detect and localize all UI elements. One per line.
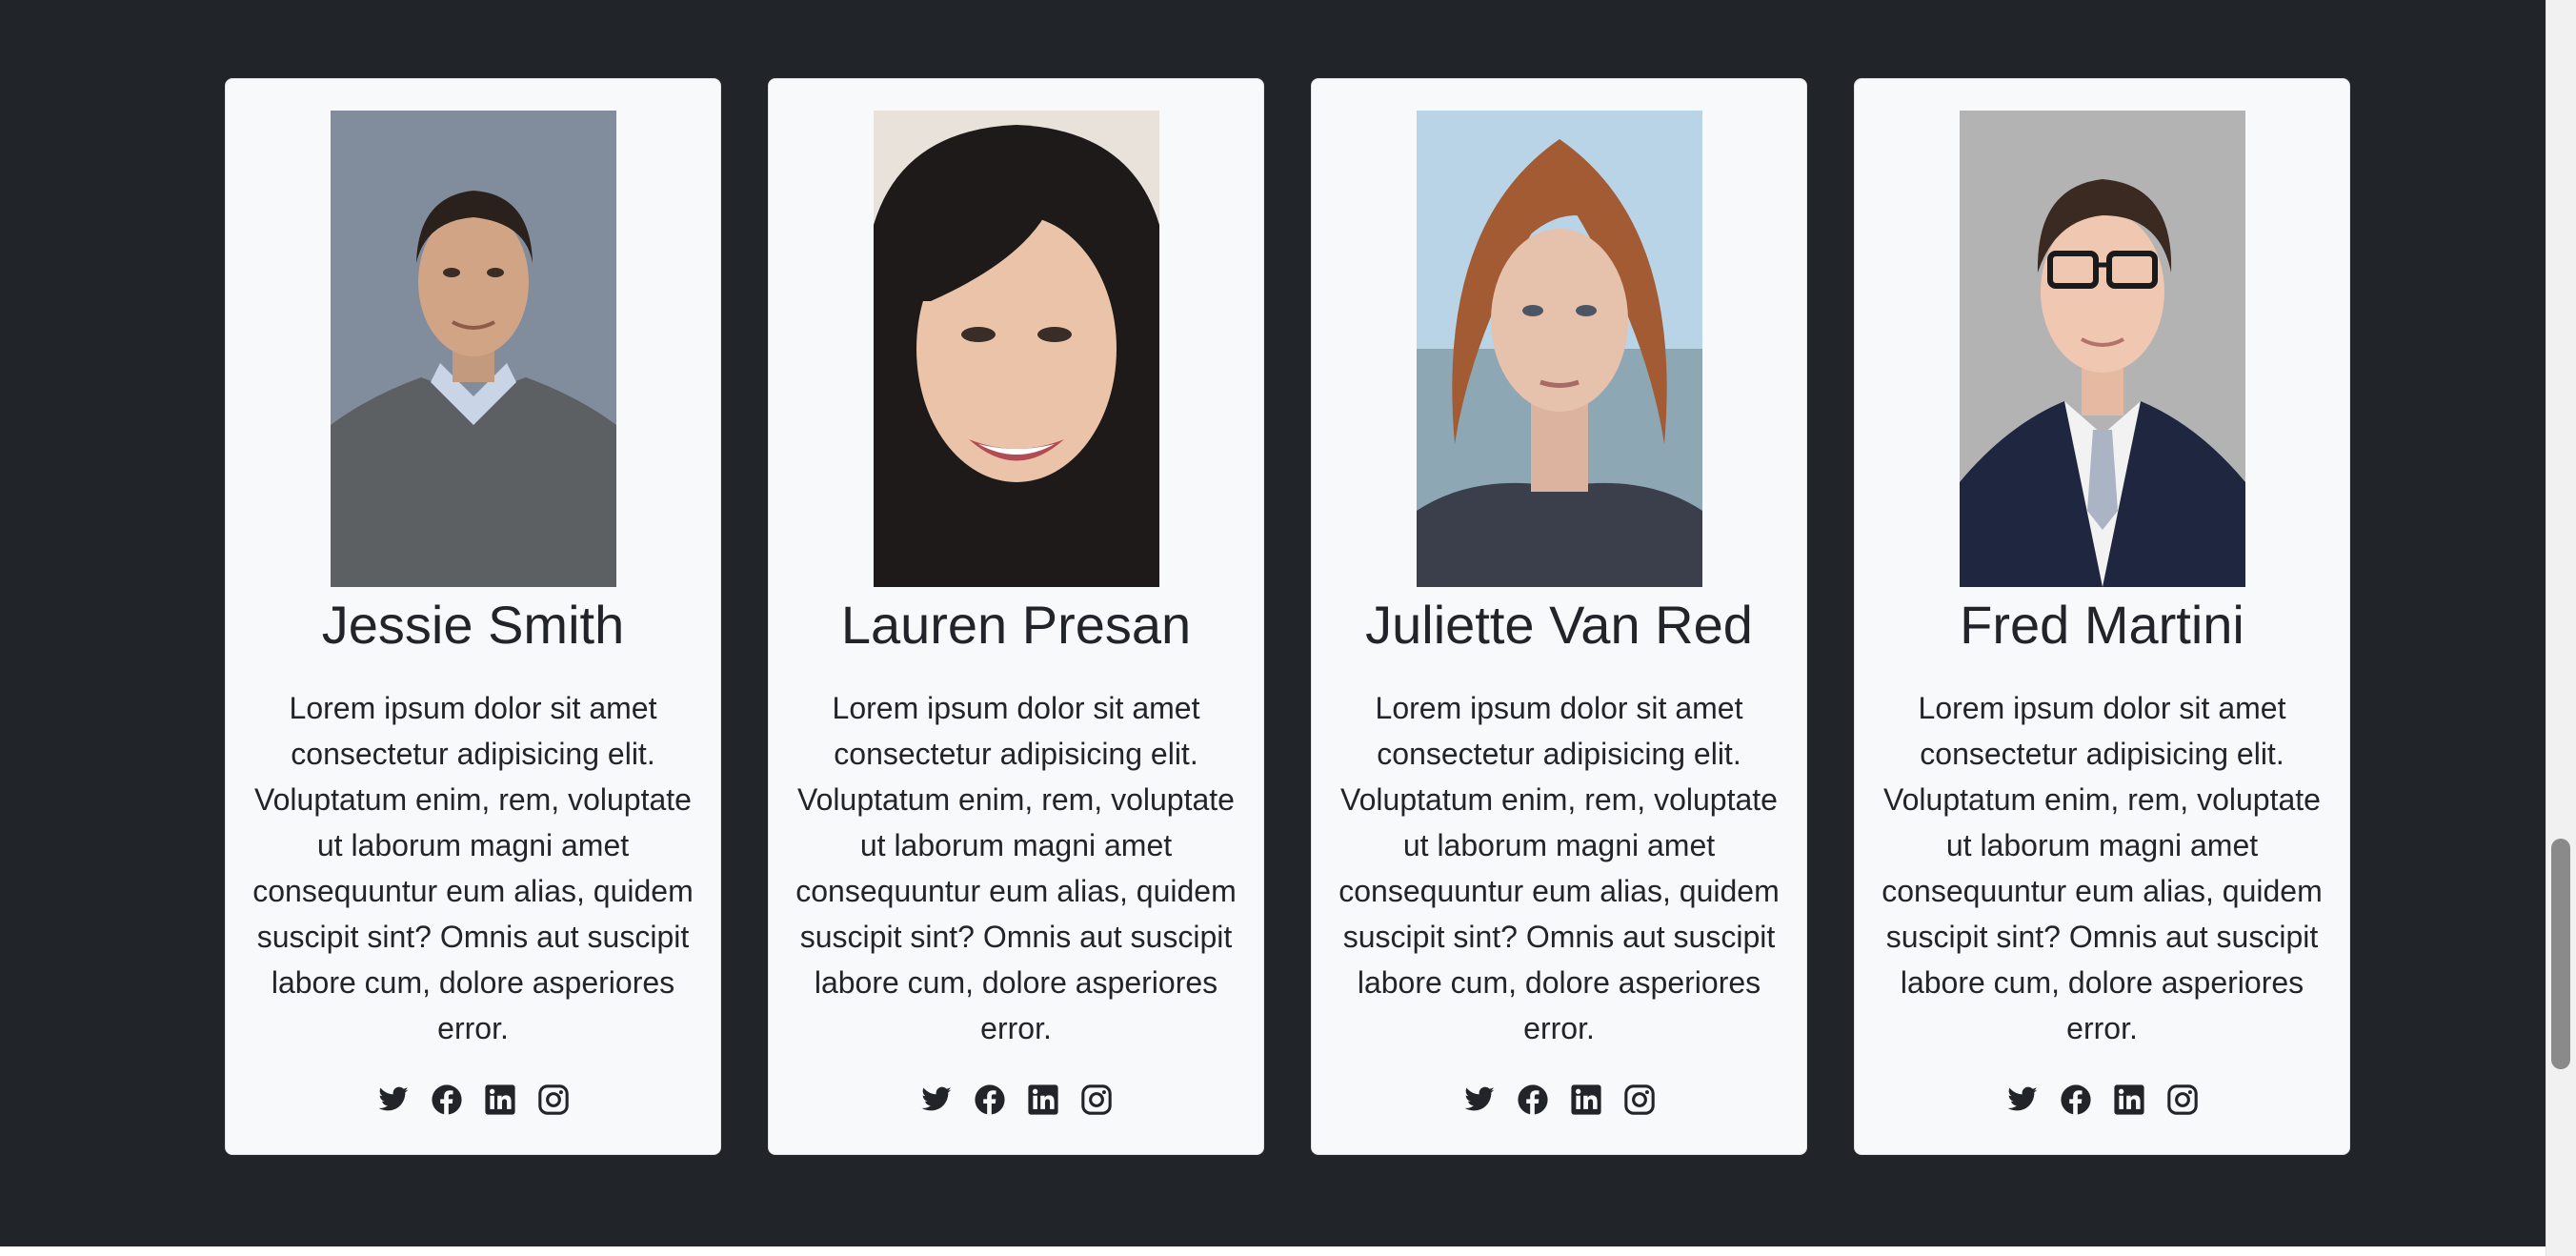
team-card: Jessie Smith Lorem ipsum dolor sit amet … (225, 78, 721, 1155)
member-name: Fred Martini (1960, 595, 2244, 655)
instagram-icon[interactable] (537, 1084, 570, 1116)
facebook-icon[interactable] (2060, 1084, 2092, 1116)
instagram-icon[interactable] (1623, 1084, 1656, 1116)
twitter-icon[interactable] (377, 1084, 410, 1116)
twitter-icon[interactable] (920, 1084, 953, 1116)
team-card: Fred Martini Lorem ipsum dolor sit amet … (1854, 78, 2350, 1155)
member-name: Jessie Smith (321, 595, 625, 655)
linkedin-icon[interactable] (2113, 1084, 2145, 1116)
scrollbar-thumb[interactable] (2551, 839, 2570, 1069)
facebook-icon[interactable] (1517, 1084, 1549, 1116)
facebook-icon[interactable] (974, 1084, 1006, 1116)
member-photo (330, 111, 616, 587)
page-bottom-edge (0, 1246, 2546, 1256)
team-card: Juliette Van Red Lorem ipsum dolor sit a… (1311, 78, 1807, 1155)
member-photo (1416, 111, 1702, 587)
team-section: Jessie Smith Lorem ipsum dolor sit amet … (0, 0, 2546, 1246)
page: Jessie Smith Lorem ipsum dolor sit amet … (0, 0, 2576, 1256)
instagram-icon[interactable] (1080, 1084, 1113, 1116)
member-bio: Lorem ipsum dolor sit amet consectetur a… (1338, 691, 1780, 1046)
member-bio: Lorem ipsum dolor sit amet consectetur a… (252, 691, 694, 1046)
vertical-scrollbar[interactable] (2546, 0, 2576, 1256)
linkedin-icon[interactable] (1570, 1084, 1602, 1116)
team-card: Lauren Presan Lorem ipsum dolor sit amet… (768, 78, 1264, 1155)
social-links (377, 1084, 570, 1116)
social-links (1463, 1084, 1656, 1116)
social-links (2006, 1084, 2199, 1116)
member-photo (1959, 111, 2245, 587)
instagram-icon[interactable] (2166, 1084, 2199, 1116)
member-bio: Lorem ipsum dolor sit amet consectetur a… (1882, 691, 2323, 1046)
social-links (920, 1084, 1113, 1116)
twitter-icon[interactable] (2006, 1084, 2039, 1116)
member-bio: Lorem ipsum dolor sit amet consectetur a… (795, 691, 1237, 1046)
linkedin-icon[interactable] (1027, 1084, 1059, 1116)
twitter-icon[interactable] (1463, 1084, 1496, 1116)
member-name: Lauren Presan (840, 595, 1192, 655)
team-cards: Jessie Smith Lorem ipsum dolor sit amet … (225, 78, 2350, 1155)
facebook-icon[interactable] (431, 1084, 463, 1116)
linkedin-icon[interactable] (484, 1084, 516, 1116)
member-name: Juliette Van Red (1365, 595, 1753, 655)
member-photo (873, 111, 1159, 587)
